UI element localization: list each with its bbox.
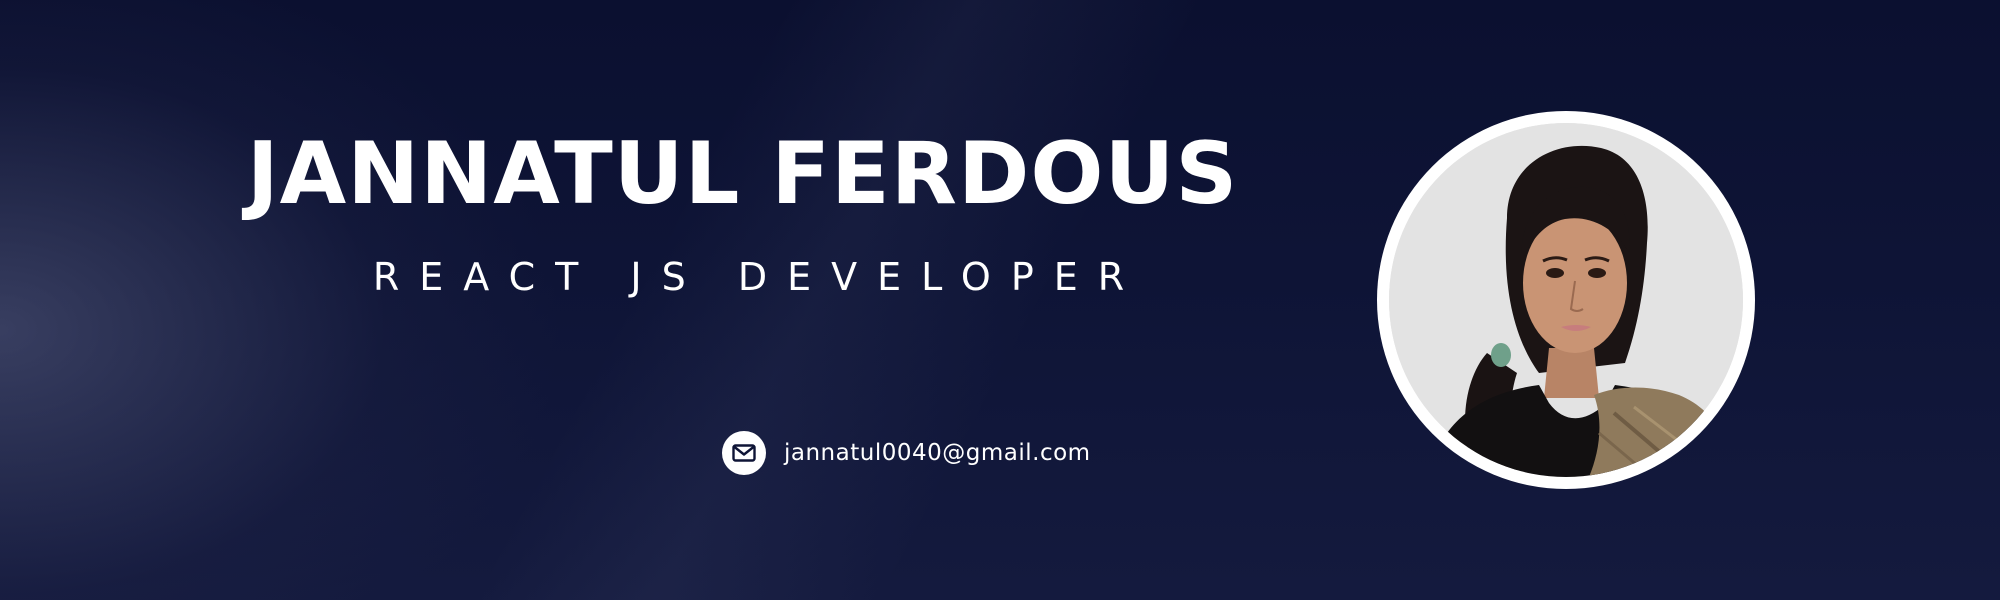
email-address[interactable]: jannatul0040@gmail.com (784, 440, 1091, 466)
envelope-icon (722, 431, 766, 475)
email-contact[interactable]: jannatul0040@gmail.com (722, 430, 1091, 476)
avatar (1389, 123, 1743, 477)
avatar-frame (1377, 111, 1755, 489)
profile-role: REACT JS DEVELOPER (372, 255, 1145, 299)
profile-name: JANNATUL FERDOUS (246, 124, 1239, 224)
